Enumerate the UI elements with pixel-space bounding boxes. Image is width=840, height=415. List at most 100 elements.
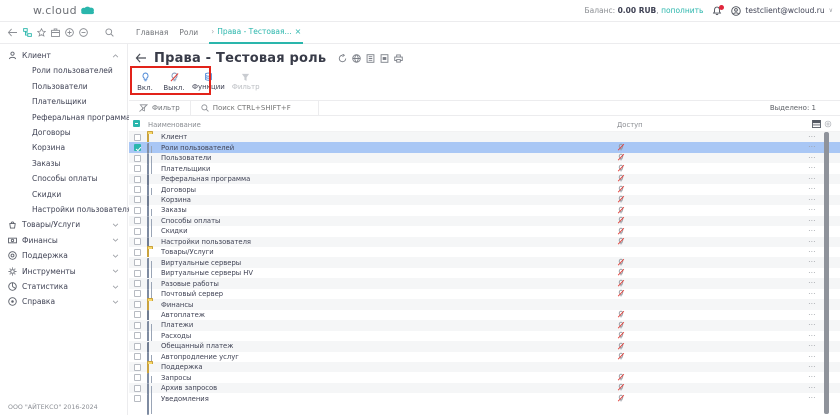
row-menu-button[interactable]: ⋯ — [808, 362, 816, 371]
sidebar-section-pie[interactable]: Статистика — [0, 279, 127, 294]
row-checkbox[interactable] — [134, 353, 141, 360]
table-row[interactable]: Клиент⋯ — [129, 132, 840, 142]
row-menu-button[interactable]: ⋯ — [808, 226, 816, 235]
row-menu-button[interactable]: ⋯ — [808, 341, 816, 350]
row-checkbox[interactable] — [134, 259, 141, 266]
close-tab-icon[interactable]: × — [295, 27, 302, 36]
table-row[interactable]: Запросы⋯ — [129, 372, 840, 382]
table-row[interactable]: Виртуальные серверы⋯ — [129, 257, 840, 267]
table-row[interactable]: Расходы⋯ — [129, 331, 840, 341]
sidebar-item[interactable]: Пользователи — [0, 79, 127, 94]
table-row[interactable]: Разовые работы⋯ — [129, 278, 840, 288]
collapse-all-icon[interactable] — [79, 28, 88, 37]
table-row[interactable]: Финансы⋯ — [129, 299, 840, 309]
row-menu-button[interactable]: ⋯ — [808, 372, 816, 381]
row-checkbox[interactable] — [134, 364, 141, 371]
sidebar-item[interactable]: Договоры — [0, 125, 127, 140]
table-row[interactable]: Уведомления⋯ — [129, 393, 840, 403]
row-menu-button[interactable]: ⋯ — [808, 320, 816, 329]
row-checkbox[interactable] — [134, 280, 141, 287]
row-checkbox[interactable] — [134, 144, 141, 151]
row-menu-button[interactable]: ⋯ — [808, 132, 816, 141]
table-row[interactable]: Автоплатеж⋯ — [129, 310, 840, 320]
row-menu-button[interactable]: ⋯ — [808, 393, 816, 402]
logo[interactable]: w.cloud — [0, 4, 128, 17]
row-checkbox[interactable] — [134, 270, 141, 277]
sidebar-item[interactable]: Скидки — [0, 187, 127, 202]
row-checkbox[interactable] — [134, 249, 141, 256]
row-menu-button[interactable]: ⋯ — [808, 205, 816, 214]
breadcrumb-active-tab[interactable]: › Права - Тестовая... × — [209, 22, 303, 44]
row-menu-button[interactable]: ⋯ — [808, 163, 816, 172]
sidebar-section-help[interactable]: Справка — [0, 294, 127, 309]
table-row[interactable]: Скидки⋯ — [129, 226, 840, 236]
row-menu-button[interactable]: ⋯ — [808, 184, 816, 193]
row-checkbox[interactable] — [134, 322, 141, 329]
row-checkbox[interactable] — [134, 155, 141, 162]
back-icon[interactable] — [7, 28, 18, 37]
table-row[interactable]: Плательщики⋯ — [129, 163, 840, 173]
print-icon[interactable] — [394, 54, 403, 63]
scrollbar[interactable] — [824, 132, 829, 414]
row-checkbox[interactable] — [134, 134, 141, 141]
table-row[interactable]: Почтовый сервер⋯ — [129, 289, 840, 299]
row-checkbox[interactable] — [134, 290, 141, 297]
row-menu-button[interactable]: ⋯ — [808, 153, 816, 162]
table-row[interactable]: Роли пользователей⋯ — [129, 142, 840, 152]
globe-icon[interactable] — [352, 54, 361, 63]
table-row[interactable]: Товары/Услуги⋯ — [129, 247, 840, 257]
table-row[interactable]: Настройки пользователя⋯ — [129, 237, 840, 247]
table-row[interactable]: Архив запросов⋯ — [129, 383, 840, 393]
row-menu-button[interactable]: ⋯ — [808, 247, 816, 256]
search-input[interactable] — [213, 104, 308, 112]
breadcrumb-home[interactable]: Главная — [136, 28, 168, 37]
export-icon[interactable] — [380, 54, 389, 63]
row-checkbox[interactable] — [134, 385, 141, 392]
search-icon[interactable] — [105, 28, 114, 37]
sidebar-item[interactable]: Настройки пользователя — [0, 202, 127, 217]
row-checkbox[interactable] — [134, 176, 141, 183]
row-checkbox[interactable] — [134, 332, 141, 339]
table-row[interactable]: Обещанный платеж⋯ — [129, 341, 840, 351]
enable-button[interactable]: Вкл. — [134, 66, 156, 97]
row-checkbox[interactable] — [134, 238, 141, 245]
sidebar-item[interactable]: Плательщики — [0, 94, 127, 109]
sidebar-item[interactable]: Способы оплаты — [0, 171, 127, 186]
expand-all-icon[interactable] — [65, 28, 74, 37]
row-checkbox[interactable] — [134, 395, 141, 402]
table-row[interactable]: Пользователи⋯ — [129, 153, 840, 163]
row-checkbox[interactable] — [134, 343, 141, 350]
sidebar-item[interactable]: Роли пользователей — [0, 63, 127, 78]
sidebar-section-support[interactable]: Поддержка — [0, 248, 127, 263]
functions-button[interactable]: Функции — [192, 66, 225, 97]
back-arrow-icon[interactable] — [135, 53, 147, 63]
log-icon[interactable] — [366, 54, 375, 63]
row-menu-button[interactable]: ⋯ — [808, 331, 816, 340]
row-checkbox[interactable] — [134, 311, 141, 318]
select-all-checkbox[interactable] — [133, 120, 140, 127]
sidebar-section-cart[interactable]: Товары/Услуги — [0, 217, 127, 232]
table-row[interactable]: Реферальная программа⋯ — [129, 174, 840, 184]
hierarchy-icon[interactable] — [23, 28, 32, 37]
table-row[interactable]: Способы оплаты⋯ — [129, 216, 840, 226]
row-checkbox[interactable] — [134, 228, 141, 235]
table-settings-icon[interactable] — [824, 120, 832, 128]
sidebar-section-person[interactable]: Клиент — [0, 48, 127, 63]
row-menu-button[interactable]: ⋯ — [808, 257, 816, 266]
table-row[interactable]: Виртуальные серверы HV⋯ — [129, 268, 840, 278]
scrollbar-thumb[interactable] — [824, 132, 829, 414]
sidebar-item[interactable]: Заказы — [0, 156, 127, 171]
archive-icon[interactable] — [51, 28, 60, 37]
sidebar-section-banknote[interactable]: Финансы — [0, 233, 127, 248]
row-checkbox[interactable] — [134, 301, 141, 308]
table-row[interactable]: Поддержка⋯ — [129, 362, 840, 372]
row-menu-button[interactable]: ⋯ — [808, 174, 816, 183]
row-checkbox[interactable] — [134, 196, 141, 203]
breadcrumb-roles[interactable]: Роли — [179, 28, 198, 37]
notifications-button[interactable] — [712, 6, 722, 16]
sidebar-item[interactable]: Корзина — [0, 140, 127, 155]
table-row[interactable]: Заказы⋯ — [129, 205, 840, 215]
row-menu-button[interactable]: ⋯ — [808, 142, 816, 151]
row-checkbox[interactable] — [134, 207, 141, 214]
row-checkbox[interactable] — [134, 374, 141, 381]
